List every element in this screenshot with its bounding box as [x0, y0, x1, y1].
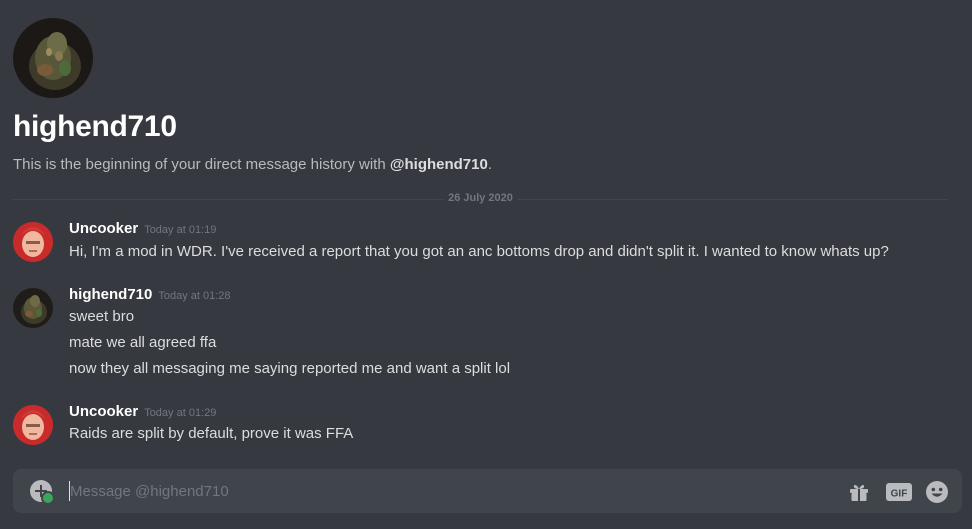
intro-handle[interactable]: @highend710 — [390, 156, 488, 173]
message-text: mate we all agreed ffa — [69, 334, 217, 351]
date-divider: 26 July 2020 — [13, 192, 948, 204]
gift-icon[interactable] — [847, 480, 871, 504]
message-text: Raids are split by default, prove it was… — [69, 425, 354, 442]
message-text: sweet bro — [69, 308, 135, 325]
upload-plus-icon[interactable] — [30, 480, 55, 505]
date-divider-label: 26 July 2020 — [443, 192, 518, 204]
intro-username: highend710 — [13, 110, 177, 143]
author-avatar[interactable] — [13, 222, 53, 262]
message-header: highend710 Today at 01:28 — [69, 286, 231, 304]
message-text: now they all messaging me saying reporte… — [69, 360, 511, 377]
message-timestamp: Today at 01:19 — [144, 224, 217, 236]
intro-description-prefix: This is the beginning of your direct mes… — [13, 156, 390, 173]
message-author[interactable]: highend710 — [69, 286, 152, 303]
status-dot — [41, 491, 55, 505]
intro-description-suffix: . — [487, 156, 493, 173]
message-group: Uncooker Today at 01:19 Hi, I'm a mod in … — [13, 220, 952, 270]
message-header: Uncooker Today at 01:19 — [69, 220, 216, 238]
gif-label: GIF — [891, 489, 908, 500]
bud-avatar-icon — [13, 288, 53, 328]
message-header: Uncooker Today at 01:29 — [69, 403, 216, 421]
intro-description: This is the beginning of your direct mes… — [13, 156, 492, 173]
message-timestamp: Today at 01:28 — [158, 290, 231, 302]
smiley-face-icon[interactable] — [925, 480, 949, 504]
message-input[interactable] — [69, 481, 810, 501]
face-avatar-icon — [13, 405, 53, 445]
message-composer: GIF — [13, 469, 962, 513]
message-timestamp: Today at 01:29 — [144, 407, 217, 419]
message-author[interactable]: Uncooker — [69, 403, 138, 420]
bud-image-icon — [13, 18, 93, 98]
message-group: highend710 Today at 01:28 sweet bro mate … — [13, 286, 952, 386]
gif-icon[interactable]: GIF — [886, 480, 912, 504]
dm-channel: highend710 This is the beginning of your… — [0, 0, 972, 529]
dm-intro: highend710 This is the beginning of your… — [13, 18, 492, 173]
message-author[interactable]: Uncooker — [69, 220, 138, 237]
author-avatar[interactable] — [13, 405, 53, 445]
author-avatar[interactable] — [13, 288, 53, 328]
message-group: Uncooker Today at 01:29 Raids are split b… — [13, 403, 952, 453]
intro-avatar[interactable] — [13, 18, 93, 98]
face-avatar-icon — [13, 222, 53, 262]
message-text: Hi, I'm a mod in WDR. I've received a re… — [69, 243, 889, 260]
